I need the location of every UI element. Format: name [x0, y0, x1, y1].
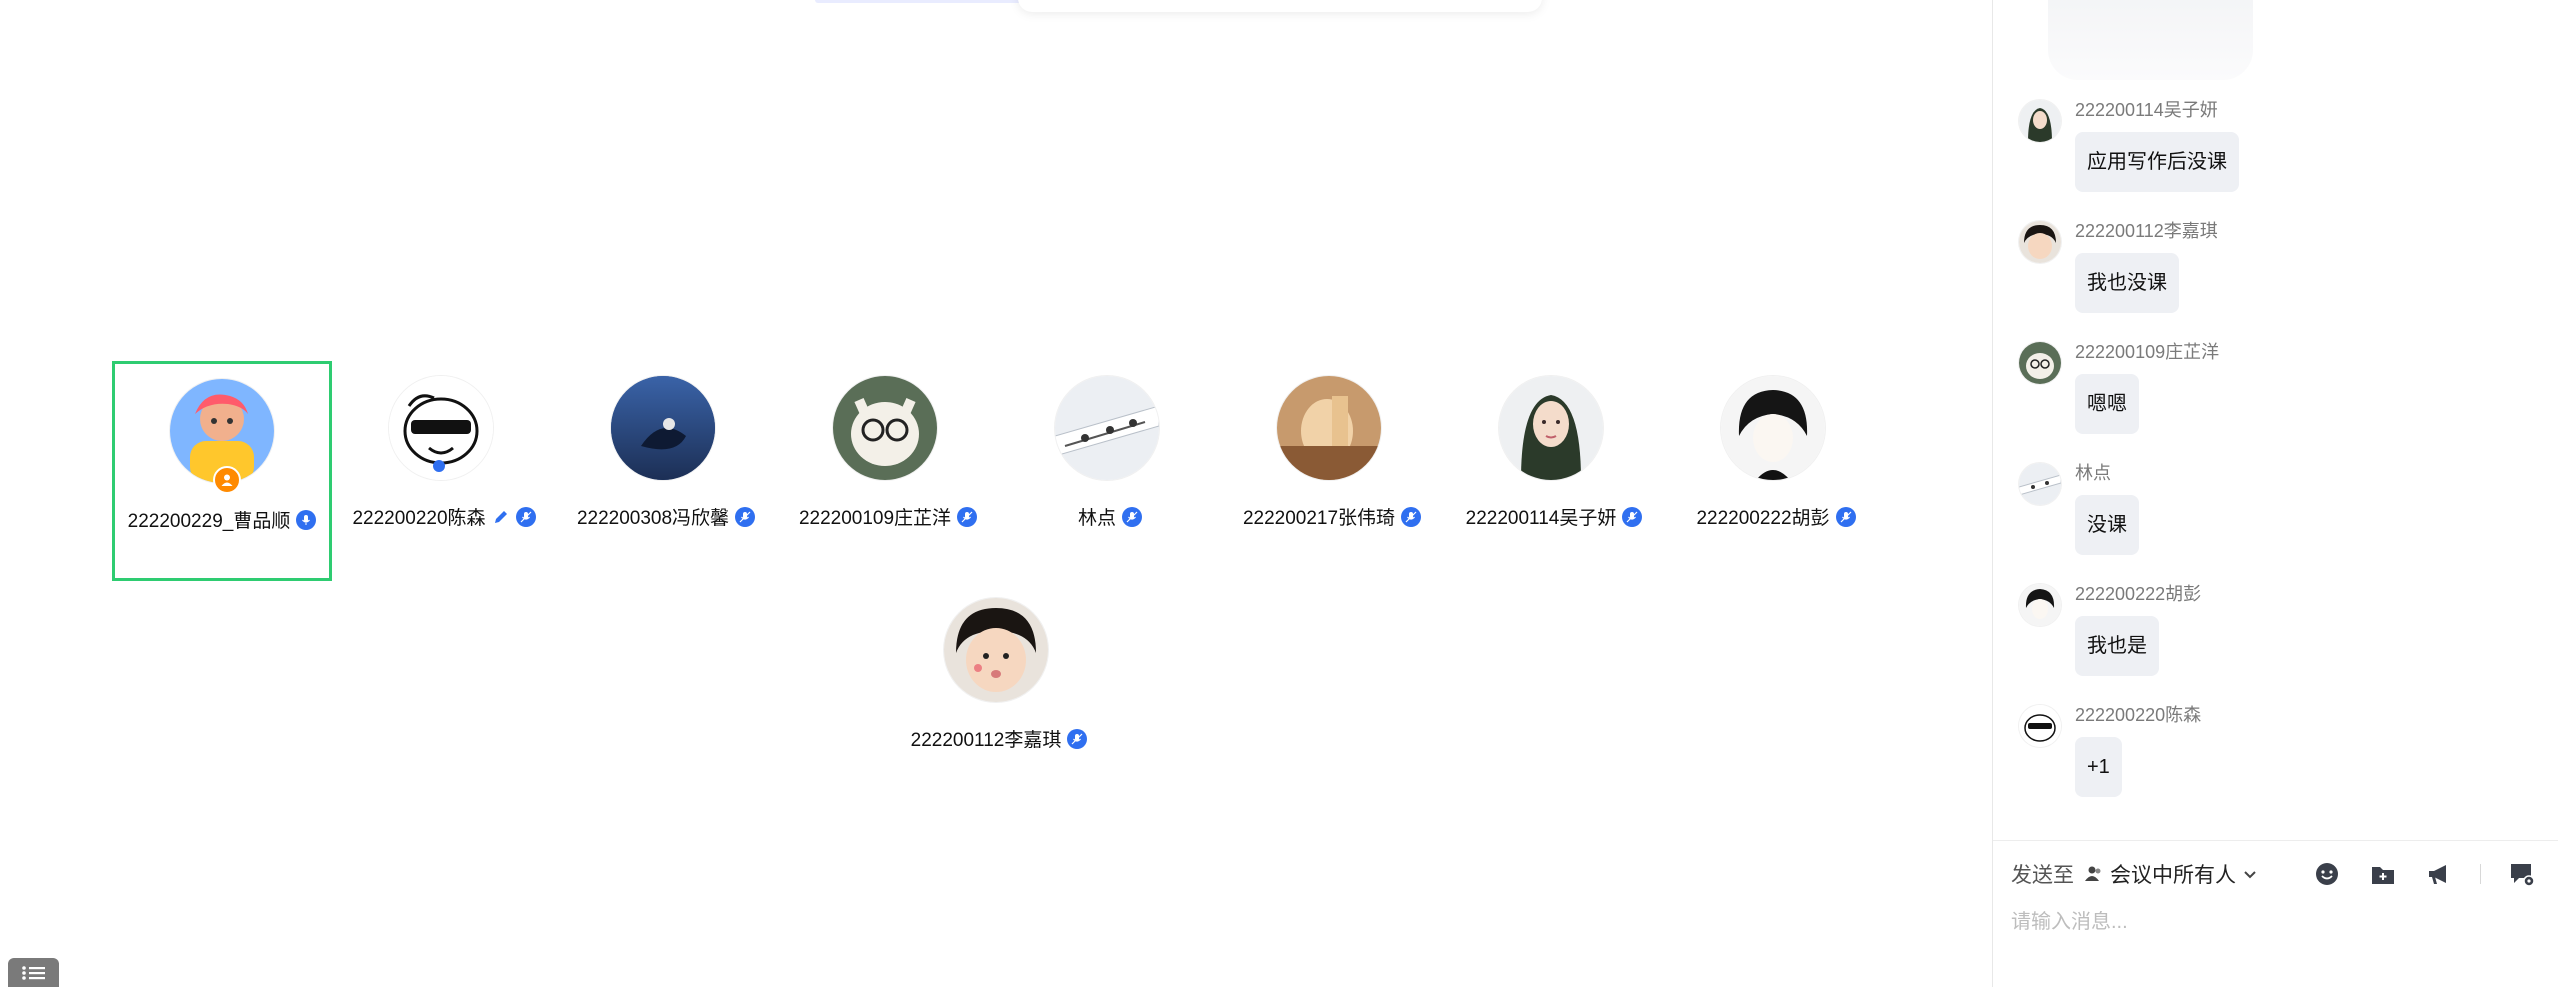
participant-name-row: 222200222胡彭: [1636, 503, 1916, 530]
chat-composer: 发送至 会议中所有人: [1993, 840, 2558, 988]
avatar: [611, 376, 715, 480]
avatar: [2019, 705, 2061, 747]
chat-settings-icon: [2511, 864, 2535, 887]
avatar: [2019, 221, 2061, 263]
divider: [2480, 864, 2481, 884]
participant-tile[interactable]: 222200308冯欣馨: [556, 361, 776, 581]
folder-icon: [2372, 867, 2394, 884]
message-bubble: +1: [2075, 737, 2122, 797]
send-to-label: 发送至: [2011, 864, 2074, 887]
list-toggle-button[interactable]: [8, 958, 59, 987]
message-sender: 222200222胡彭: [2075, 584, 2202, 604]
participant-tile[interactable]: 222200217张伟琦: [1222, 361, 1442, 581]
people-icon: [2085, 866, 2101, 881]
message-bubble: 没课: [2075, 495, 2139, 555]
avatar: [1277, 376, 1381, 480]
message-input[interactable]: [2011, 911, 2531, 934]
chat-settings-button[interactable]: [2507, 859, 2537, 889]
message-bubble: 我也是: [2075, 616, 2159, 676]
host-person-icon: [221, 474, 233, 486]
message-sender: 222200220陈森: [2075, 705, 2202, 725]
message-bubble: 应用写作后没课: [2075, 132, 2239, 192]
participant-name: 222200222胡彭: [1696, 508, 1830, 529]
file-button[interactable]: [2368, 859, 2398, 889]
participant-name: 222200220陈森: [352, 508, 486, 529]
avatar: [1055, 376, 1159, 480]
megaphone-icon: [2429, 865, 2446, 884]
avatar: [833, 376, 937, 480]
avatar: [2019, 100, 2061, 142]
message-sender: 林点: [2075, 463, 2111, 483]
emoji-icon: [2316, 863, 2338, 885]
participant-name: 222200112李嘉琪: [910, 730, 1062, 751]
recipient-select[interactable]: 会议中所有人: [2084, 859, 2258, 889]
participant-tile[interactable]: 222200222胡彭: [1666, 361, 1886, 581]
chevron-down-icon: [2244, 871, 2256, 879]
participant-name-row: 222200112李嘉琪: [859, 725, 1139, 752]
avatar: [944, 598, 1048, 702]
pencil-icon: [492, 508, 510, 526]
avatar: [2019, 584, 2061, 626]
avatar: [2019, 342, 2061, 384]
avatar: [1721, 376, 1825, 480]
avatar: [2019, 463, 2061, 505]
microphone-icon[interactable]: [1067, 728, 1088, 749]
participant-name: 222200217张伟琦: [1242, 508, 1396, 529]
participant-tile[interactable]: 222200109庄芷洋: [778, 361, 998, 581]
emoji-button[interactable]: [2312, 859, 2342, 889]
participant-tile[interactable]: 222200220陈森: [334, 361, 554, 581]
avatar: [389, 376, 493, 480]
participant-name: 222200308冯欣馨: [576, 508, 730, 529]
participant-grid: 222200229_曹品顺 222200220陈森 222200308冯欣馨 2…: [0, 0, 1992, 987]
participant-name: 林点: [1077, 508, 1116, 529]
message-sender: 222200112李嘉琪: [2075, 221, 2218, 241]
message-bubble: 我也没课: [2075, 253, 2179, 313]
participant-name: 222200109庄芷洋: [798, 508, 952, 529]
microphone-icon[interactable]: [1835, 506, 1856, 527]
host-badge: [213, 466, 241, 494]
participant-name: 222200229_曹品顺: [127, 511, 291, 532]
recipient-label: 会议中所有人: [2110, 864, 2236, 887]
participant-tile[interactable]: 222200112李嘉琪: [889, 583, 1109, 803]
chat-panel: 222200114吴子妍 应用写作后没课 222200112李嘉琪 我也没课 2…: [1992, 0, 2558, 987]
list-icon: [21, 965, 45, 980]
participant-tile[interactable]: 林点: [1000, 361, 1220, 581]
message-sender: 222200114吴子妍: [2075, 100, 2218, 120]
participant-name: 222200114吴子妍: [1465, 508, 1617, 529]
send-to-row: 发送至 会议中所有人: [2011, 859, 2258, 889]
previous-message-fragment: [2048, 0, 2253, 80]
announcement-button[interactable]: [2424, 859, 2454, 889]
composer-tools: [2312, 859, 2537, 889]
participant-tile[interactable]: 222200114吴子妍: [1444, 361, 1664, 581]
participant-tile[interactable]: 222200229_曹品顺: [112, 361, 332, 581]
microphone-icon[interactable]: [1122, 506, 1142, 527]
message-bubble: 嗯嗯: [2075, 374, 2139, 434]
avatar: [1499, 376, 1603, 480]
message-sender: 222200109庄芷洋: [2075, 342, 2220, 362]
